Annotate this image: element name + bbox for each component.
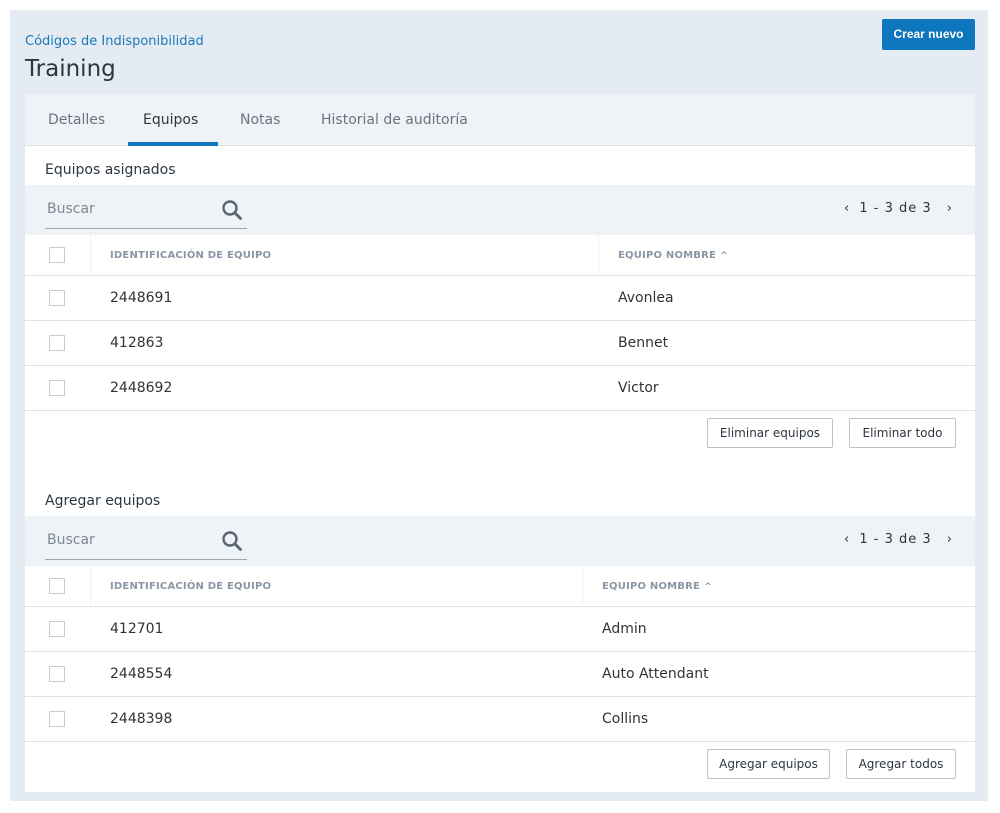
row-checkbox[interactable] bbox=[49, 380, 65, 396]
pager-prev-icon[interactable]: ‹ bbox=[840, 201, 854, 216]
row-checkbox[interactable] bbox=[49, 711, 65, 727]
team-id: 2448691 bbox=[110, 290, 173, 306]
team-name: Bennet bbox=[618, 335, 669, 351]
table-row[interactable]: 2448691 Avonlea bbox=[25, 276, 975, 321]
search-icon[interactable] bbox=[221, 199, 243, 221]
select-all-checkbox[interactable] bbox=[49, 578, 65, 594]
tab-bar: Detalles Equipos Notas Historial de audi… bbox=[25, 94, 975, 146]
team-name: Victor bbox=[618, 380, 659, 396]
remove-teams-button[interactable]: Eliminar equipos bbox=[707, 418, 833, 448]
assigned-table: IDENTIFICACIÓN DE EQUIPO EQUIPO NOMBRE ^ … bbox=[25, 235, 975, 411]
page-title: Training bbox=[25, 56, 116, 82]
remove-all-button[interactable]: Eliminar todo bbox=[849, 418, 956, 448]
column-header-name-label: EQUIPO NOMBRE bbox=[602, 581, 701, 592]
table-row[interactable]: 412701 Admin bbox=[25, 607, 975, 652]
column-header-id[interactable]: IDENTIFICACIÓN DE EQUIPO bbox=[110, 566, 271, 607]
create-new-button[interactable]: Crear nuevo bbox=[882, 19, 975, 50]
column-divider bbox=[582, 566, 583, 607]
team-name: Avonlea bbox=[618, 290, 674, 306]
team-name: Admin bbox=[602, 621, 647, 637]
sort-ascending-icon: ^ bbox=[720, 251, 728, 261]
pager-next-icon[interactable]: › bbox=[943, 532, 957, 547]
column-header-id[interactable]: IDENTIFICACIÓN DE EQUIPO bbox=[110, 235, 271, 276]
pager-prev-icon[interactable]: ‹ bbox=[840, 532, 854, 547]
tab-historial-auditoria[interactable]: Historial de auditoría bbox=[321, 94, 468, 146]
row-checkbox[interactable] bbox=[49, 666, 65, 682]
column-header-name[interactable]: EQUIPO NOMBRE ^ bbox=[618, 235, 728, 276]
add-teams-button[interactable]: Agregar equipos bbox=[707, 749, 830, 779]
available-table: IDENTIFICACIÓN DE EQUIPO EQUIPO NOMBRE ^ … bbox=[25, 566, 975, 742]
team-name: Auto Attendant bbox=[602, 666, 709, 682]
tab-notas[interactable]: Notas bbox=[240, 94, 280, 146]
table-row[interactable]: 2448398 Collins bbox=[25, 697, 975, 742]
assigned-search-input[interactable] bbox=[47, 201, 207, 217]
assigned-search bbox=[45, 195, 247, 229]
sort-ascending-icon: ^ bbox=[704, 582, 712, 592]
main-card: Detalles Equipos Notas Historial de audi… bbox=[25, 94, 975, 792]
select-all-checkbox[interactable] bbox=[49, 247, 65, 263]
table-row[interactable]: 2448692 Victor bbox=[25, 366, 975, 411]
row-checkbox[interactable] bbox=[49, 290, 65, 306]
column-divider bbox=[598, 235, 599, 276]
pager-next-icon[interactable]: › bbox=[943, 201, 957, 216]
table-row[interactable]: 412863 Bennet bbox=[25, 321, 975, 366]
column-header-name[interactable]: EQUIPO NOMBRE ^ bbox=[602, 566, 712, 607]
available-pager: ‹ 1 - 3 de 3 › bbox=[840, 532, 957, 547]
available-search-input[interactable] bbox=[47, 532, 207, 548]
search-icon[interactable] bbox=[221, 530, 243, 552]
page-container: Códigos de Indisponibilidad Training Cre… bbox=[10, 10, 988, 801]
team-id: 412701 bbox=[110, 621, 164, 637]
pager-text: 1 - 3 de 3 bbox=[859, 201, 932, 216]
team-id: 2448692 bbox=[110, 380, 173, 396]
pager-text: 1 - 3 de 3 bbox=[859, 532, 932, 547]
team-id: 2448398 bbox=[110, 711, 173, 727]
row-checkbox[interactable] bbox=[49, 335, 65, 351]
tab-detalles[interactable]: Detalles bbox=[48, 94, 105, 146]
breadcrumb[interactable]: Códigos de Indisponibilidad bbox=[25, 34, 204, 49]
available-section-title: Agregar equipos bbox=[45, 493, 161, 509]
table-header: IDENTIFICACIÓN DE EQUIPO EQUIPO NOMBRE ^ bbox=[25, 235, 975, 276]
column-divider bbox=[90, 235, 91, 276]
row-checkbox[interactable] bbox=[49, 621, 65, 637]
column-header-name-label: EQUIPO NOMBRE bbox=[618, 250, 717, 261]
team-id: 2448554 bbox=[110, 666, 173, 682]
team-id: 412863 bbox=[110, 335, 164, 351]
table-row[interactable]: 2448554 Auto Attendant bbox=[25, 652, 975, 697]
tab-equipos[interactable]: Equipos bbox=[127, 94, 219, 146]
assigned-section-title: Equipos asignados bbox=[45, 162, 176, 178]
assigned-pager: ‹ 1 - 3 de 3 › bbox=[840, 201, 957, 216]
assigned-toolbar: ‹ 1 - 3 de 3 › bbox=[25, 185, 975, 235]
available-toolbar: ‹ 1 - 3 de 3 › bbox=[25, 516, 975, 566]
column-divider bbox=[90, 566, 91, 607]
table-header: IDENTIFICACIÓN DE EQUIPO EQUIPO NOMBRE ^ bbox=[25, 566, 975, 607]
team-name: Collins bbox=[602, 711, 649, 727]
available-search bbox=[45, 526, 247, 560]
add-all-button[interactable]: Agregar todos bbox=[846, 749, 956, 779]
